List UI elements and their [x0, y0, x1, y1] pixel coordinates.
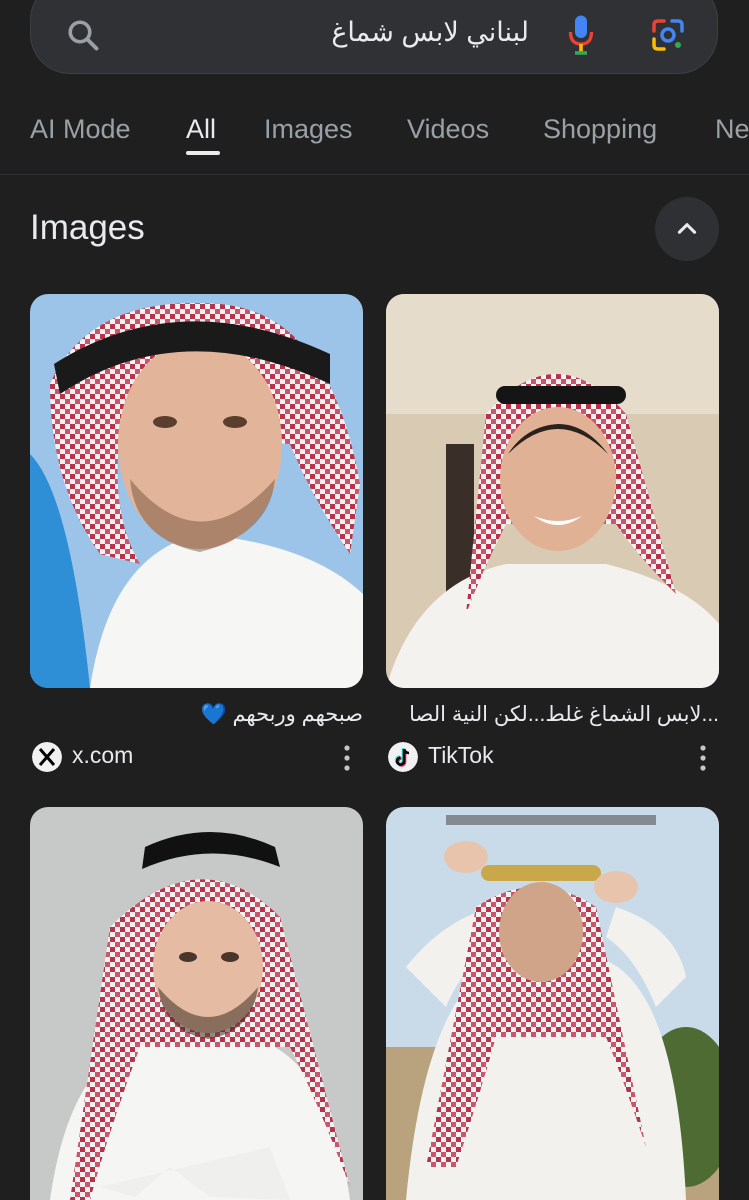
result-thumbnail[interactable] [30, 294, 363, 688]
images-section-title: Images [30, 208, 145, 247]
more-options-icon[interactable] [699, 744, 707, 772]
google-lens-icon[interactable] [648, 15, 688, 55]
tab-ai-mode[interactable]: AI Mode [30, 114, 131, 145]
result-thumbnail[interactable] [30, 807, 363, 1200]
blue-heart-icon: 💙 [200, 703, 227, 726]
tab-images[interactable]: Images [264, 114, 353, 145]
result-caption[interactable]: صبحهم وربحهم 💙 [30, 702, 363, 727]
tab-shopping[interactable]: Shopping [543, 114, 657, 145]
result-caption-text[interactable]: صبحهم وربحهم [232, 703, 363, 726]
active-tab-indicator [186, 151, 220, 155]
collapse-button[interactable] [655, 197, 719, 261]
result-source[interactable]: TikTok [386, 740, 719, 776]
tab-all[interactable]: All [186, 114, 216, 145]
source-name[interactable]: TikTok [428, 742, 494, 769]
search-tabs: AI Mode All Images Videos Shopping Ne [0, 110, 749, 175]
microphone-icon[interactable] [566, 14, 596, 56]
search-bar[interactable]: لبناني لابس شماغ [30, 0, 718, 74]
result-thumbnail[interactable] [386, 807, 719, 1200]
result-thumbnail[interactable] [386, 294, 719, 688]
source-name[interactable]: x.com [72, 742, 133, 769]
result-source[interactable]: x.com [30, 740, 363, 776]
tiktok-logo-icon [388, 742, 418, 772]
tab-news[interactable]: Ne [715, 114, 749, 145]
result-caption[interactable]: ...لابس الشماغ غلط...لكن النية الصا [386, 702, 719, 727]
more-options-icon[interactable] [343, 744, 351, 772]
search-query[interactable]: لبناني لابس شماغ [331, 17, 529, 48]
tab-videos[interactable]: Videos [407, 114, 489, 145]
search-icon[interactable] [65, 17, 101, 53]
chevron-up-icon [677, 223, 697, 234]
x-logo-icon [32, 742, 62, 772]
